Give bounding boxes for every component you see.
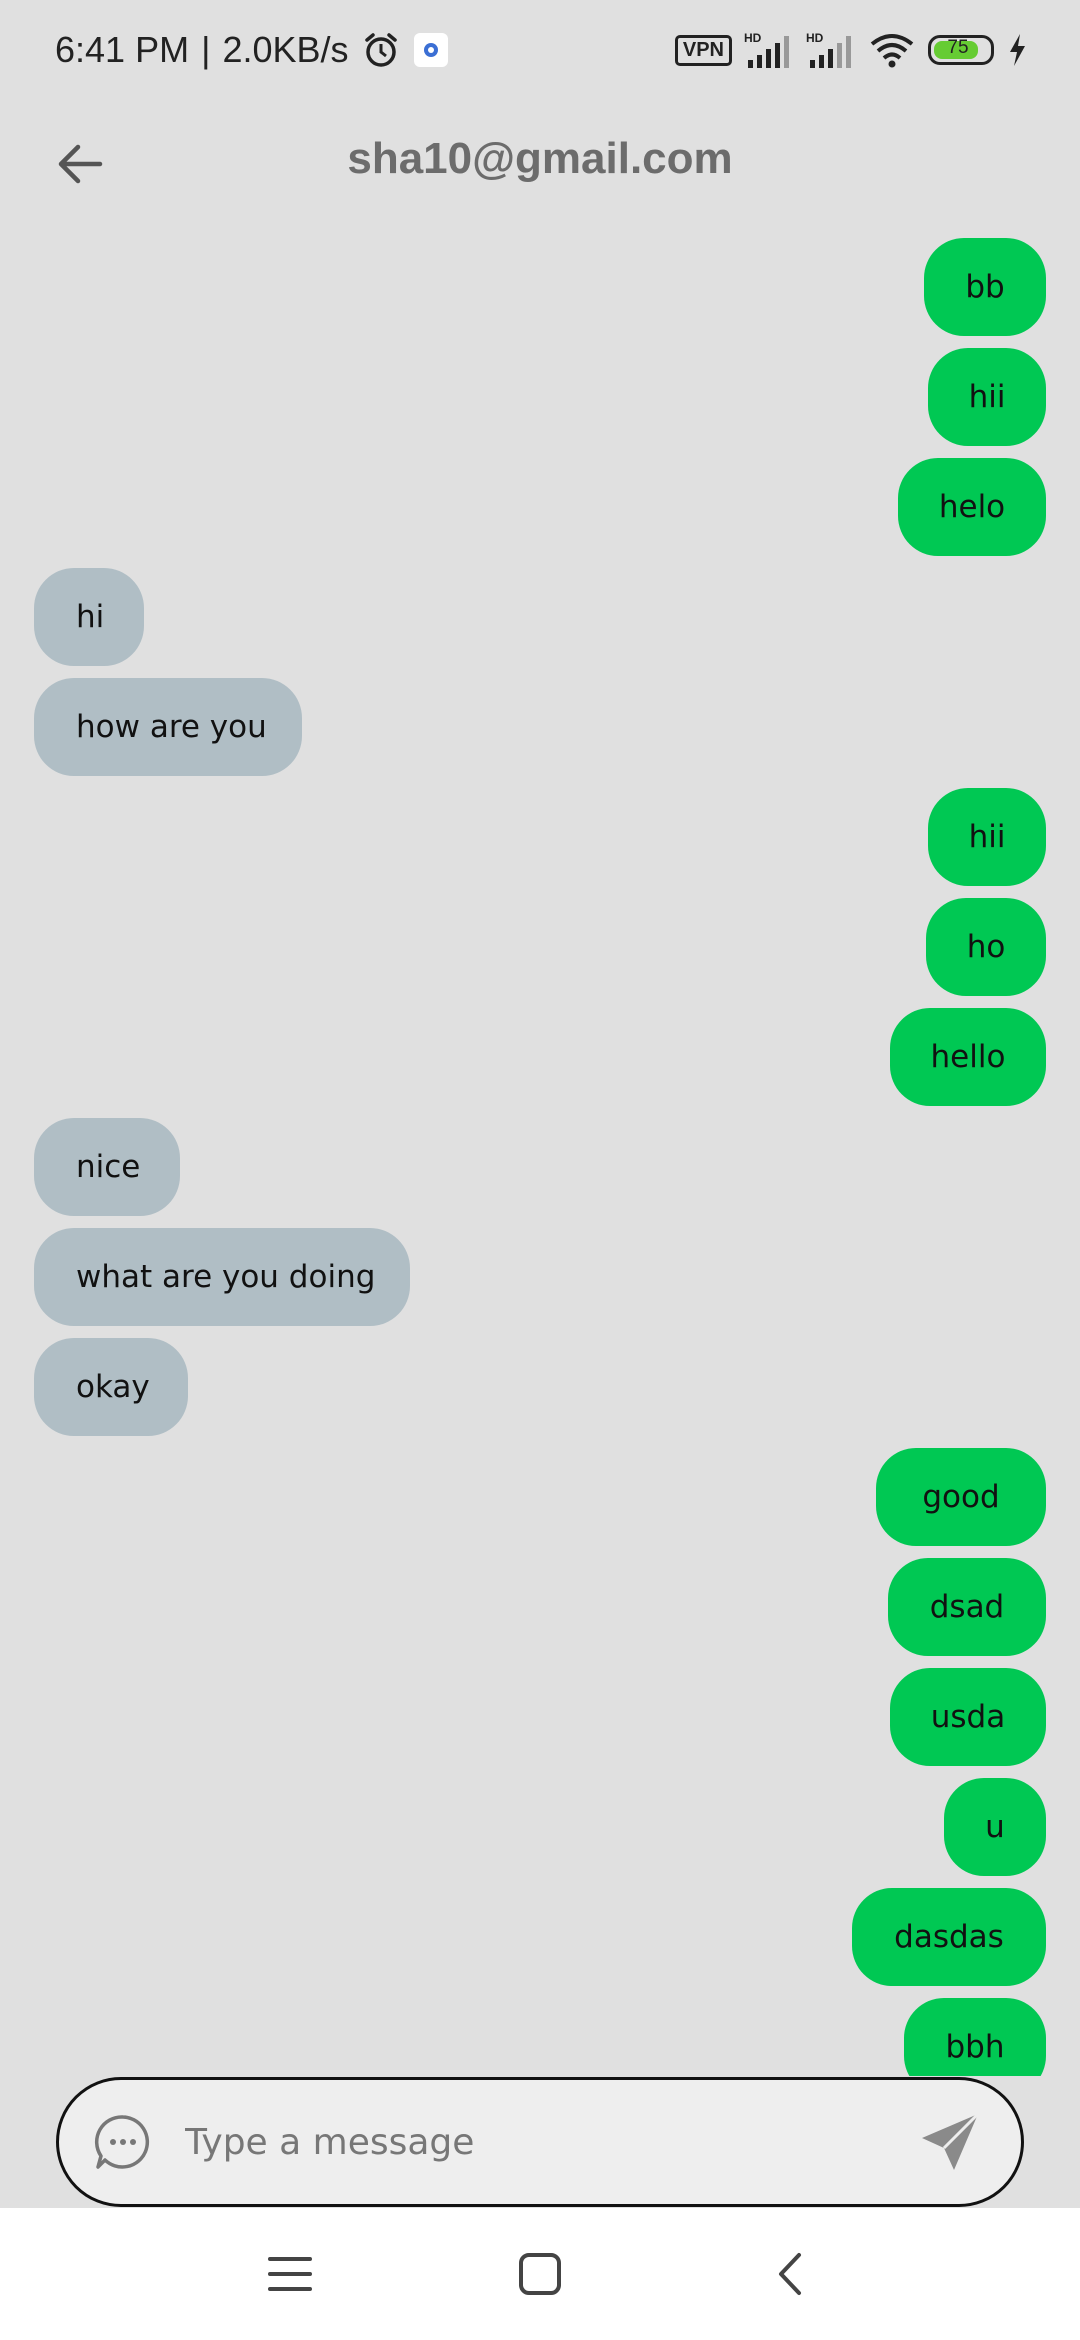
sent-message: bbh — [904, 1998, 1046, 2076]
recents-button[interactable] — [260, 2244, 320, 2304]
alarm-icon — [364, 33, 397, 67]
wifi-icon — [870, 34, 914, 68]
chat-bubble-icon[interactable] — [93, 2112, 153, 2172]
sent-message: bb — [924, 238, 1046, 336]
status-bar: 6:41 PM | 2.0KB/s VPN HD HD 75 — [0, 0, 1080, 100]
system-back-button[interactable] — [760, 2244, 820, 2304]
sent-message: hello — [890, 1008, 1046, 1106]
chevron-left-icon — [779, 2253, 801, 2295]
battery-level: 75 — [947, 37, 969, 58]
sent-message: helo — [898, 458, 1046, 556]
charging-icon — [1010, 34, 1025, 66]
svg-text:HD: HD — [806, 31, 824, 45]
sent-message: usda — [890, 1668, 1046, 1766]
received-message: how are you — [34, 678, 302, 776]
sent-message: hii — [928, 788, 1046, 886]
home-button[interactable] — [510, 2244, 570, 2304]
system-nav-bar — [0, 2208, 1080, 2340]
send-icon — [922, 2112, 980, 2170]
svg-text:HD: HD — [744, 31, 762, 45]
sent-message: good — [876, 1448, 1046, 1546]
battery-icon: 75 — [928, 35, 994, 65]
signal-hd-icon: HD — [744, 31, 789, 68]
message-input[interactable] — [183, 2120, 915, 2164]
message-list[interactable]: bb hii helo hi how are you hii ho hello … — [34, 238, 1046, 2076]
sent-message: dsad — [888, 1558, 1046, 1656]
app-notification-icon — [413, 33, 448, 67]
signal-hd-icon: HD — [806, 31, 851, 68]
sent-message: ho — [926, 898, 1046, 996]
app-bar: sha10@gmail.com — [0, 110, 1080, 210]
menu-icon — [268, 2257, 312, 2291]
network-speed: 2.0KB/s — [222, 29, 349, 70]
vpn-badge: VPN — [674, 34, 732, 66]
status-left: 6:41 PM | 2.0KB/s — [55, 29, 449, 71]
status-time: 6:41 PM — [55, 29, 190, 70]
message-composer — [56, 2077, 1024, 2207]
status-right: VPN HD HD 75 — [674, 30, 1028, 70]
sent-message: hii — [928, 348, 1046, 446]
page-title: sha10@gmail.com — [347, 134, 733, 183]
sent-message: dasdas — [852, 1888, 1046, 1986]
received-message: what are you doing — [34, 1228, 410, 1326]
status-separator: | — [201, 29, 211, 70]
sent-message: u — [944, 1778, 1046, 1876]
send-button[interactable] — [915, 2107, 985, 2177]
received-message: okay — [34, 1338, 188, 1436]
received-message: nice — [34, 1118, 180, 1216]
received-message: hi — [34, 568, 144, 666]
home-square-icon — [519, 2253, 561, 2295]
